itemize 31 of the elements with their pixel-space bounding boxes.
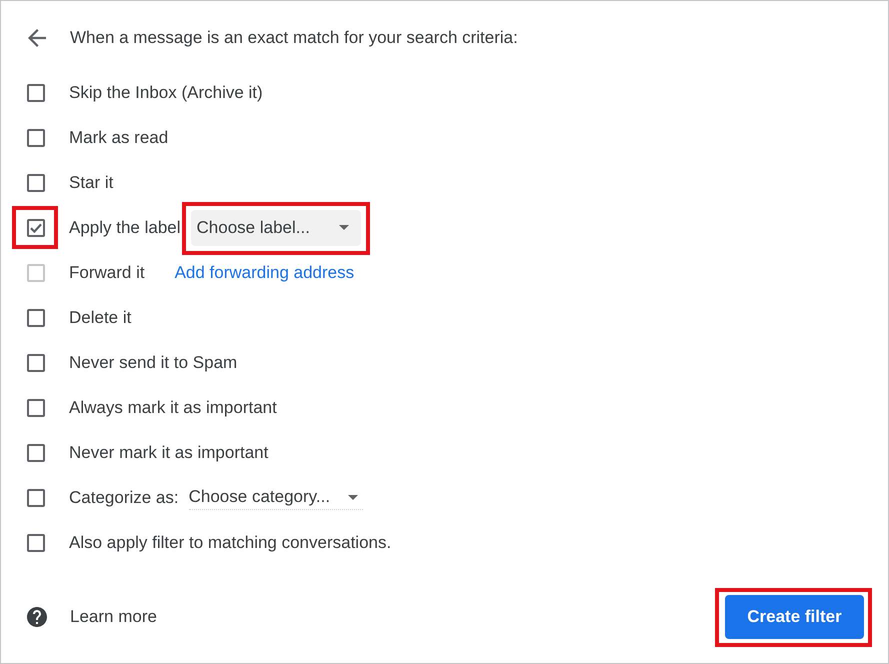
checkbox[interactable] [27, 308, 45, 326]
action-label: Skip the Inbox (Archive it) [69, 82, 263, 102]
checkbox[interactable] [27, 488, 45, 506]
checkbox[interactable] [27, 354, 45, 372]
action-label: Always mark it as important [69, 398, 277, 418]
caret-icon [338, 225, 349, 230]
checkbox[interactable] [27, 218, 45, 236]
action-label: Apply the label [69, 218, 181, 238]
action-label: Mark as read [69, 128, 168, 148]
criteria-heading: When a message is an exact match for your search criteria: [70, 28, 518, 48]
category-dropdown[interactable]: Choose category... [188, 486, 363, 510]
checkbox[interactable] [27, 84, 45, 102]
help-icon [27, 607, 47, 627]
label-dropdown[interactable]: Choose label... [190, 210, 361, 246]
checkbox[interactable] [27, 534, 45, 552]
back-arrow-icon[interactable] [28, 29, 46, 47]
checkbox[interactable] [27, 128, 45, 146]
action-label: Forward it [69, 262, 145, 282]
caret-icon [348, 494, 358, 500]
checkbox[interactable] [27, 444, 45, 462]
action-label: Also apply filter to matching conversations. [69, 532, 392, 552]
create-filter-button[interactable]: Create filter [725, 595, 864, 639]
action-label: Never mark it as important [69, 442, 268, 462]
learn-more-link[interactable]: Learn more [70, 607, 157, 627]
action-label: Star it [69, 172, 114, 192]
check-icon [30, 222, 42, 232]
checkbox[interactable] [27, 398, 45, 416]
action-label: Delete it [69, 308, 132, 328]
action-label: Categorize as: [69, 488, 179, 508]
action-label: Never send it to Spam [69, 352, 238, 372]
checkbox[interactable] [27, 174, 45, 192]
